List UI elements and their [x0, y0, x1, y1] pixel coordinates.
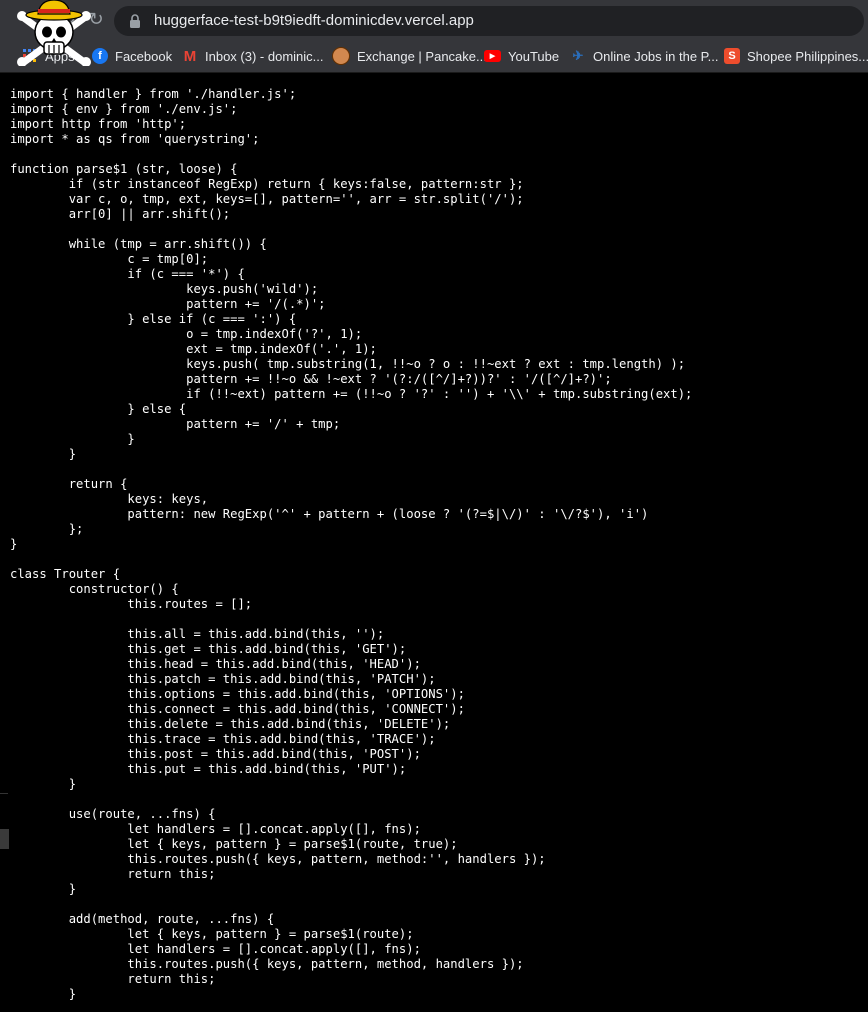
lock-icon[interactable] — [127, 13, 143, 29]
youtube-icon: ▶ — [484, 50, 501, 62]
address-bar-area: › ↻ huggerface-test-b9t9iedft-dominicdev… — [0, 0, 868, 40]
bookmarks-bar: Apps f Facebook M Inbox (3) - dominic...… — [0, 40, 868, 73]
facebook-icon: f — [92, 48, 108, 64]
source-code-text: import { handler } from './handler.js'; … — [10, 87, 693, 1001]
bookmark-pancakeswap[interactable]: Exchange | Pancake... — [332, 40, 487, 72]
gmail-icon: M — [183, 47, 197, 65]
source-code-view: import { handler } from './handler.js'; … — [0, 73, 868, 1012]
bookmark-youtube[interactable]: ▶ YouTube — [484, 40, 559, 72]
bookmark-gmail[interactable]: M Inbox (3) - dominic... — [182, 40, 324, 72]
bookmark-label: Exchange | Pancake... — [357, 48, 487, 64]
omnibox[interactable]: huggerface-test-b9t9iedft-dominicdev.ver… — [114, 6, 864, 36]
bookmark-label: Inbox (3) - dominic... — [205, 48, 324, 64]
bookmark-label: Online Jobs in the P... — [593, 48, 719, 64]
shopee-icon: S — [724, 48, 740, 64]
straw-hat-skull-icon — [17, 0, 91, 66]
onlinejobs-icon: ✈ — [572, 48, 584, 63]
bookmark-onlinejobs[interactable]: ✈ Online Jobs in the P... — [570, 40, 719, 72]
bookmark-shopee[interactable]: S Shopee Philippines... — [724, 40, 868, 72]
pancakeswap-icon — [332, 47, 350, 65]
bookmark-label: Facebook — [115, 48, 173, 64]
bookmark-label: YouTube — [508, 48, 560, 64]
url-text[interactable]: huggerface-test-b9t9iedft-dominicdev.ver… — [154, 12, 474, 29]
bookmark-label: Shopee Philippines... — [747, 48, 868, 64]
bookmark-facebook[interactable]: f Facebook — [92, 40, 172, 72]
